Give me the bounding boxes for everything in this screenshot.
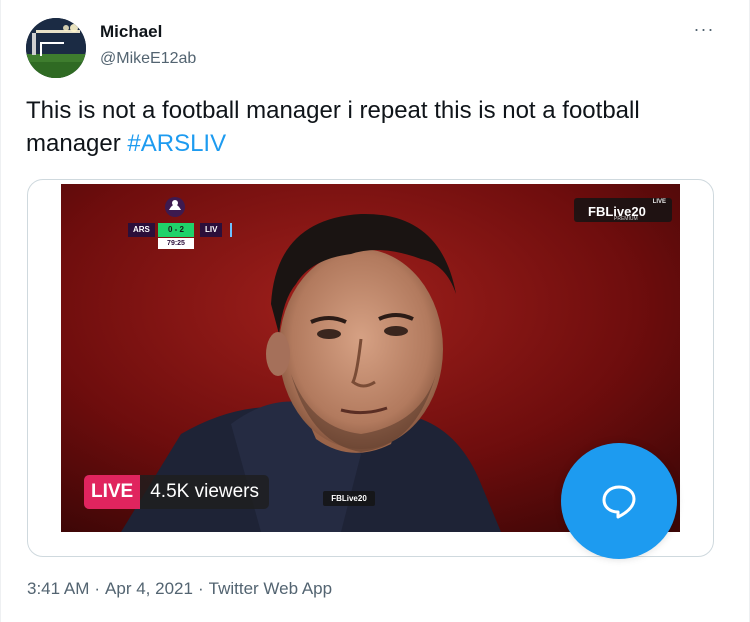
scorebug-accent	[230, 223, 232, 237]
live-indicator: LIVE 4.5K viewers	[84, 475, 270, 509]
home-team: ARS	[128, 223, 155, 237]
score: 0 - 2	[158, 223, 194, 237]
stream-watermark-small: FBLive20	[323, 491, 375, 506]
score-row: ARS 0 - 2 LIV	[118, 223, 238, 237]
match-clock: 79:25	[158, 238, 194, 249]
separator: ·	[94, 579, 101, 598]
scorebug: ARS 0 - 2 LIV 79:25	[118, 195, 238, 255]
tweet-client[interactable]: Twitter Web App	[209, 579, 332, 598]
chat-bubble-icon	[602, 485, 636, 519]
tweet-time[interactable]: 3:41 AM	[27, 579, 89, 598]
league-logo-icon	[165, 197, 185, 217]
viewer-count: 4.5K viewers	[150, 481, 260, 502]
watermark-live-label: LIVE	[652, 199, 666, 205]
tweet-body: This is not a football manager i repeat …	[26, 97, 640, 157]
tweet-metadata: 3:41 AM · Apr 4, 2021 · Twitter Web App	[27, 579, 332, 599]
separator: ·	[197, 579, 204, 598]
live-badge: LIVE	[84, 475, 141, 509]
watermark-sub: PREMIUM	[614, 216, 638, 222]
more-options-button[interactable]: ···	[691, 18, 717, 40]
avatar[interactable]	[26, 18, 86, 78]
chat-button[interactable]	[561, 443, 677, 559]
tweet-card: Michael @MikeE12ab ··· This is not a foo…	[0, 0, 750, 622]
avatar-image	[26, 18, 86, 78]
display-name[interactable]: Michael	[100, 22, 162, 42]
stream-watermark: LIVE FBLive20 PREMIUM	[574, 198, 672, 222]
tweet-text: This is not a football manager i repeat …	[26, 94, 726, 160]
hashtag-link[interactable]: #ARSLIV	[127, 130, 226, 157]
user-handle[interactable]: @MikeE12ab	[100, 50, 196, 68]
tweet-date[interactable]: Apr 4, 2021	[105, 579, 193, 598]
away-team: LIV	[200, 223, 223, 237]
more-horizontal-icon: ···	[693, 19, 715, 39]
